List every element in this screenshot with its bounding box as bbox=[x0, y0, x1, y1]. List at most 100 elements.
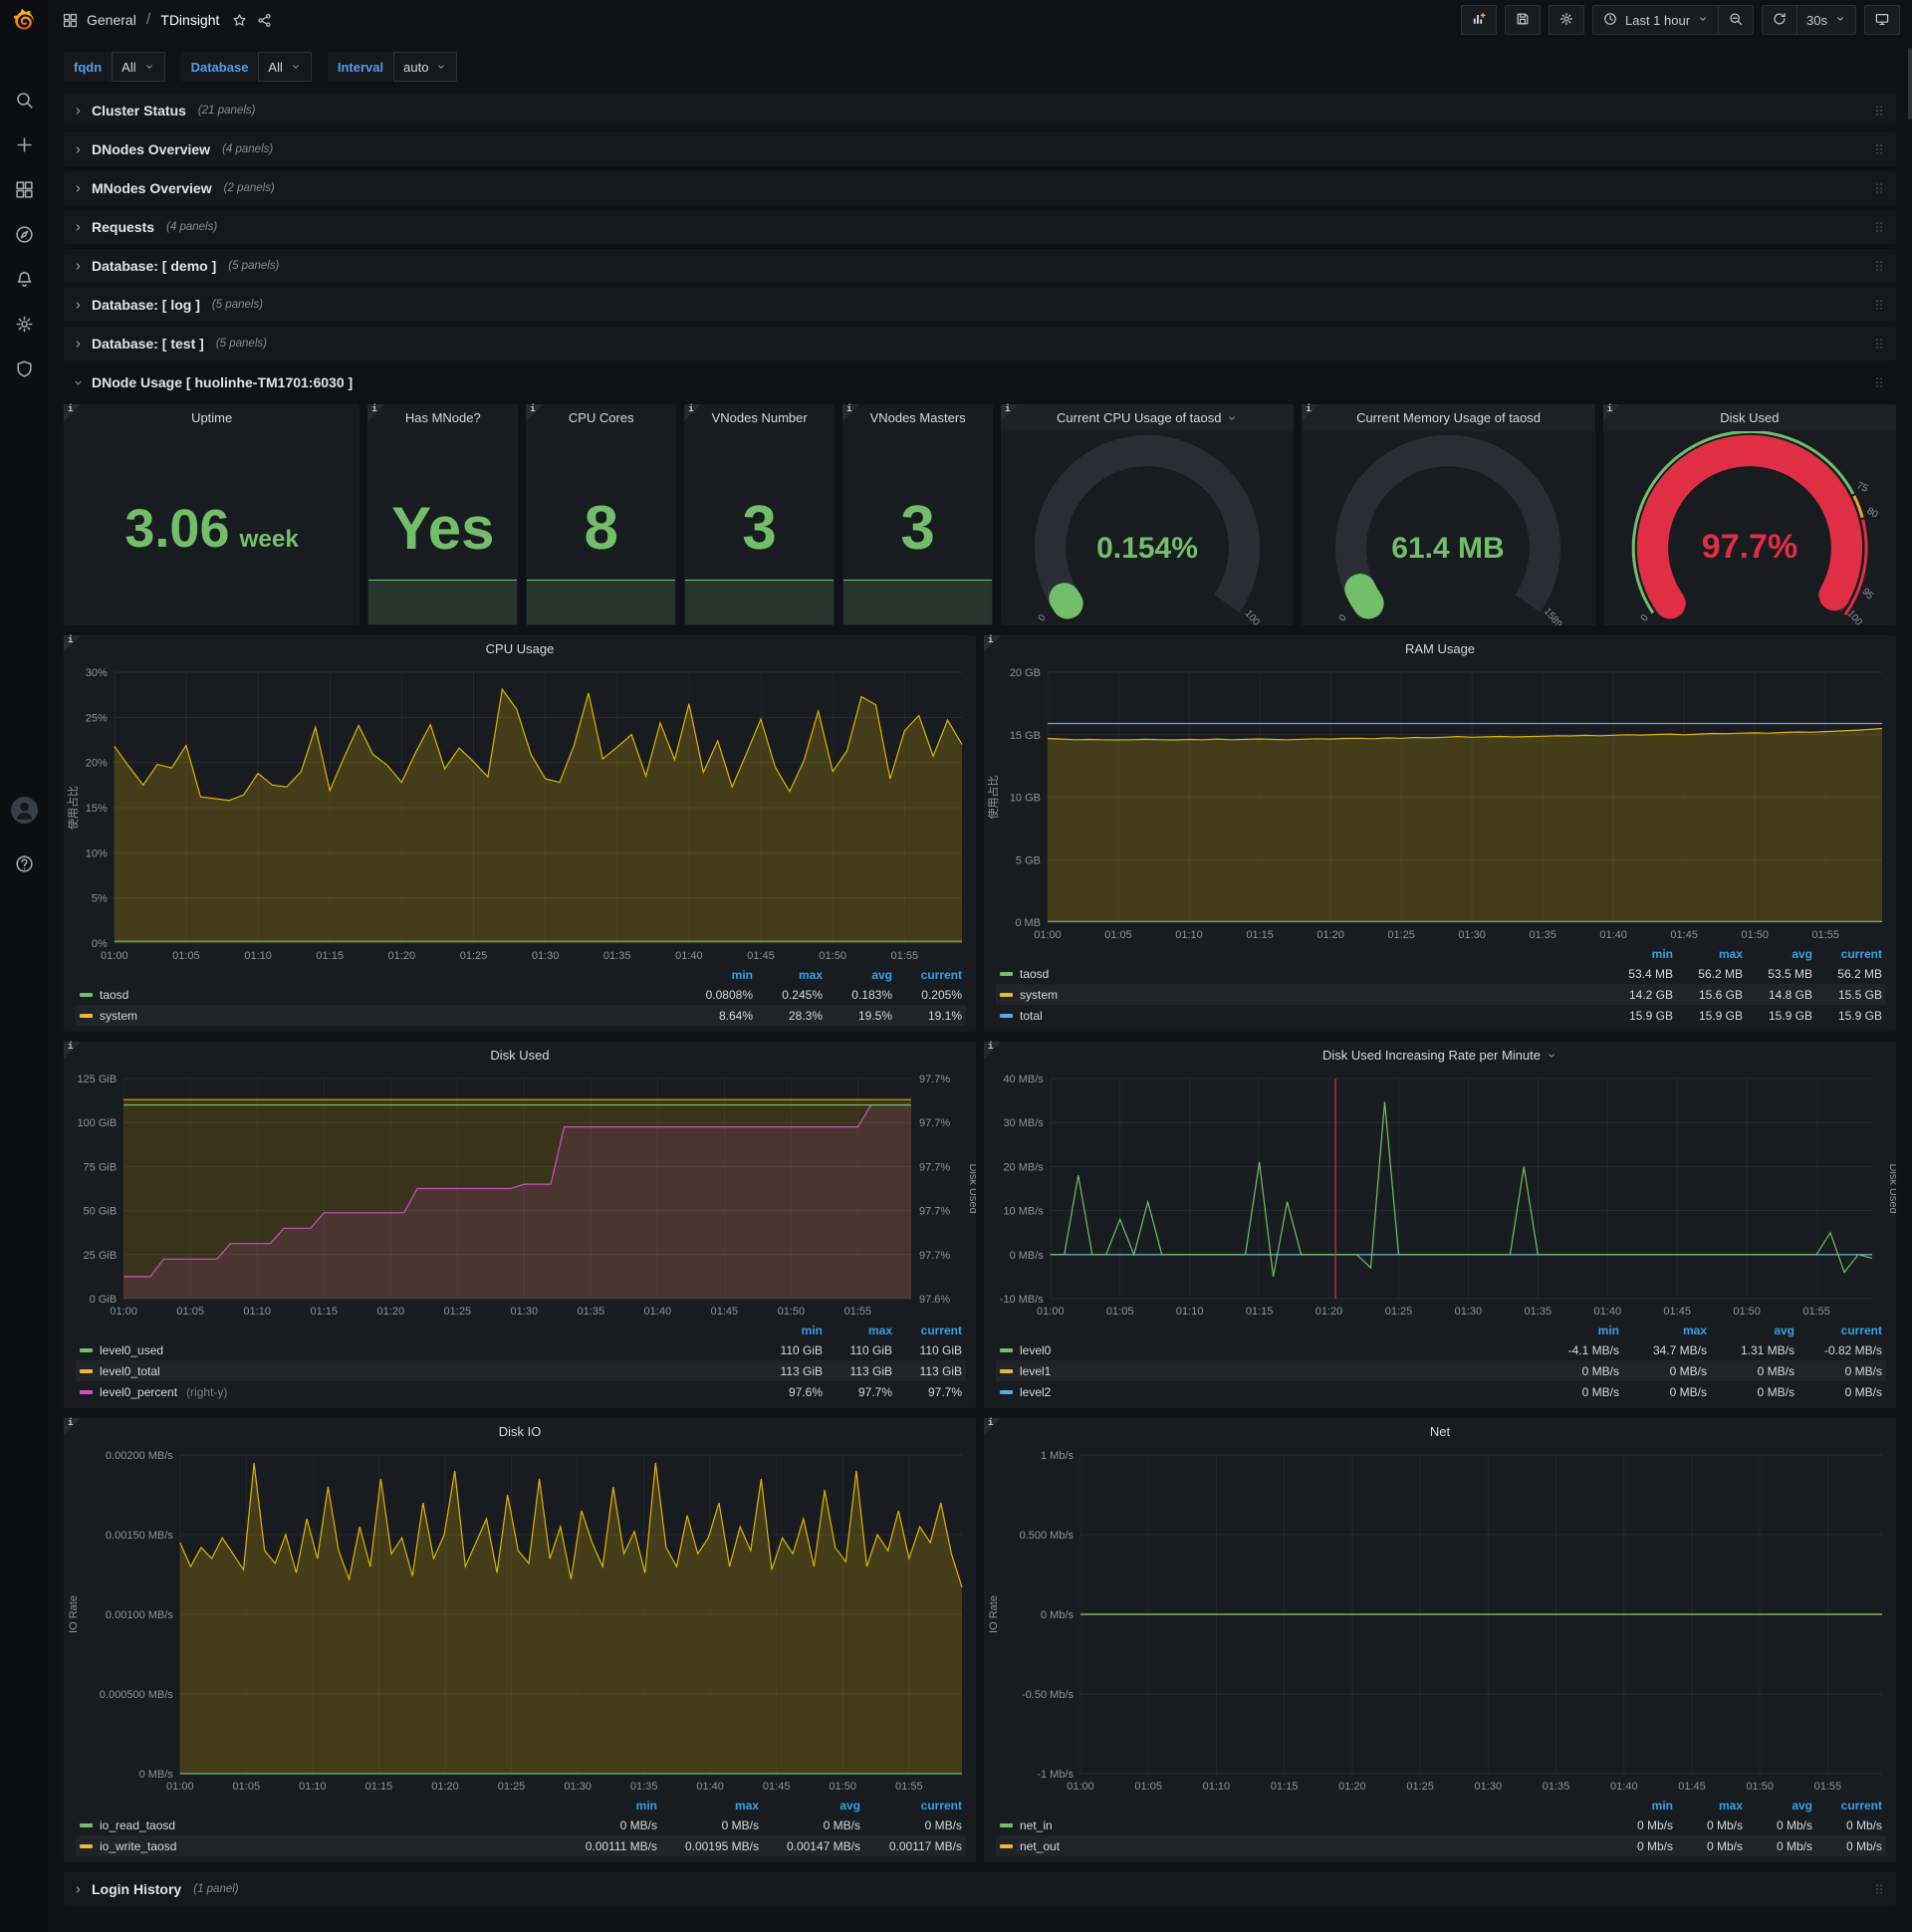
chart-plot[interactable]: 30% 25% 20% 15% 10% 5% 0% 01:00 01:05 01:10 01:15 0… bbox=[64, 662, 976, 965]
legend-header[interactable]: max bbox=[1673, 1799, 1743, 1812]
variable-label[interactable]: Database bbox=[180, 52, 259, 82]
add-panel-button[interactable] bbox=[1460, 5, 1497, 35]
panel-title[interactable]: Current Memory Usage of taosd bbox=[1302, 404, 1594, 431]
dashboard-settings-button[interactable] bbox=[1548, 5, 1584, 35]
chart-plot[interactable]: 125 GiB 100 GiB 75 GiB 50 GiB 25 GiB 0 GiB 97.… bbox=[64, 1069, 976, 1321]
chart-plot[interactable]: 0.00200 MB/s 0.00150 MB/s 0.00100 MB/s 0.00… bbox=[64, 1445, 976, 1796]
series-toggle[interactable]: system bbox=[80, 1009, 683, 1023]
row-login-history[interactable]: Login History (1 panel) bbox=[64, 1872, 1896, 1906]
legend-header[interactable]: current bbox=[860, 1799, 962, 1812]
panel-title[interactable]: Disk IO bbox=[64, 1418, 976, 1445]
help-icon[interactable] bbox=[14, 853, 35, 874]
row-mnodes-overview[interactable]: MNodes Overview (2 panels) bbox=[64, 171, 1896, 205]
legend-header[interactable]: avg bbox=[823, 968, 892, 982]
legend-header[interactable]: max bbox=[1673, 947, 1743, 961]
panel-title[interactable]: Net bbox=[984, 1418, 1896, 1445]
row-cluster-status[interactable]: Cluster Status (21 panels) bbox=[64, 94, 1896, 127]
series-toggle[interactable]: net_out bbox=[1000, 1839, 1603, 1853]
legend-header[interactable]: current bbox=[892, 1324, 962, 1337]
legend-header[interactable]: min bbox=[1603, 1799, 1673, 1812]
share-icon[interactable] bbox=[256, 12, 273, 29]
zoom-out-time-button[interactable] bbox=[1718, 5, 1755, 35]
panel-title[interactable]: Disk Used bbox=[64, 1042, 976, 1069]
drag-handle-icon[interactable] bbox=[1872, 180, 1886, 196]
variable-value-dropdown[interactable]: All bbox=[258, 52, 312, 82]
legend-header[interactable]: current bbox=[1794, 1324, 1882, 1337]
shield-icon[interactable] bbox=[14, 359, 35, 379]
legend-header[interactable]: max bbox=[657, 1799, 759, 1812]
panel-title[interactable]: Has MNode? bbox=[367, 404, 518, 431]
legend-header[interactable]: avg bbox=[1743, 947, 1812, 961]
row-requests[interactable]: Requests (4 panels) bbox=[64, 210, 1896, 244]
series-toggle[interactable]: level0_used bbox=[80, 1343, 753, 1357]
panel-title[interactable]: Disk Used bbox=[1603, 404, 1896, 431]
series-toggle[interactable]: level0_percent (right-y) bbox=[80, 1385, 753, 1399]
gear-icon[interactable] bbox=[14, 314, 35, 335]
refresh-button[interactable] bbox=[1762, 5, 1797, 35]
chart-plot[interactable]: 1 Mb/s 0.500 Mb/s 0 Mb/s -0.50 Mb/s -1 Mb/s 0… bbox=[984, 1445, 1896, 1796]
legend-header[interactable]: max bbox=[823, 1324, 892, 1337]
drag-handle-icon[interactable] bbox=[1872, 141, 1886, 157]
legend-header[interactable]: current bbox=[1812, 1799, 1882, 1812]
panel-title[interactable]: Disk Used Increasing Rate per Minute bbox=[984, 1042, 1896, 1069]
drag-handle-icon[interactable] bbox=[1872, 297, 1886, 313]
compass-icon[interactable] bbox=[14, 224, 35, 245]
panel-title[interactable]: RAM Usage bbox=[984, 635, 1896, 662]
legend-header[interactable]: min bbox=[556, 1799, 657, 1812]
series-toggle[interactable]: level1 bbox=[1000, 1364, 1532, 1378]
variable-label[interactable]: Interval bbox=[327, 52, 394, 82]
apps-icon[interactable] bbox=[14, 179, 35, 200]
legend-header[interactable]: current bbox=[892, 968, 962, 982]
drag-handle-icon[interactable] bbox=[1872, 103, 1886, 119]
drag-handle-icon[interactable] bbox=[1872, 336, 1886, 352]
series-toggle[interactable]: io_write_taosd bbox=[80, 1839, 556, 1853]
series-toggle[interactable]: level0_total bbox=[80, 1364, 753, 1378]
series-toggle[interactable]: taosd bbox=[80, 988, 683, 1002]
user-avatar[interactable] bbox=[10, 797, 38, 824]
series-toggle[interactable]: level2 bbox=[1000, 1385, 1532, 1399]
row-database-log-[interactable]: Database: [ log ] (5 panels) bbox=[64, 288, 1896, 322]
legend-header[interactable]: max bbox=[1619, 1324, 1707, 1337]
legend-header[interactable]: min bbox=[1532, 1324, 1619, 1337]
legend-header[interactable]: min bbox=[1603, 947, 1673, 961]
refresh-interval-picker[interactable]: 30s bbox=[1796, 5, 1856, 35]
row-database-test-[interactable]: Database: [ test ] (5 panels) bbox=[64, 327, 1896, 361]
row-dnode-usage[interactable]: DNode Usage [ huolinhe-TM1701:6030 ] bbox=[64, 365, 1896, 399]
series-toggle[interactable]: system bbox=[1000, 988, 1603, 1002]
panel-title[interactable]: CPU Cores bbox=[526, 404, 676, 431]
grafana-logo[interactable] bbox=[0, 0, 48, 42]
chart-plot[interactable]: 40 MB/s 30 MB/s 20 MB/s 10 MB/s 0 MB/s -10 MB… bbox=[984, 1069, 1896, 1321]
panel-title[interactable]: VNodes Masters bbox=[842, 404, 993, 431]
drag-handle-icon[interactable] bbox=[1872, 219, 1886, 235]
series-toggle[interactable]: level0 bbox=[1000, 1343, 1532, 1357]
star-icon[interactable] bbox=[231, 12, 248, 29]
legend-header[interactable]: avg bbox=[1743, 1799, 1812, 1812]
row-database-demo-[interactable]: Database: [ demo ] (5 panels) bbox=[64, 249, 1896, 283]
series-toggle[interactable]: taosd bbox=[1000, 967, 1603, 981]
legend-header[interactable]: avg bbox=[759, 1799, 860, 1812]
panel-title[interactable]: VNodes Number bbox=[684, 404, 835, 431]
plus-icon[interactable] bbox=[14, 134, 35, 155]
breadcrumb-folder[interactable]: General bbox=[87, 12, 136, 28]
breadcrumb-dashboard-title[interactable]: TDinsight bbox=[160, 12, 219, 28]
legend-header[interactable]: min bbox=[683, 968, 753, 982]
search-icon[interactable] bbox=[14, 90, 35, 111]
save-dashboard-button[interactable] bbox=[1504, 5, 1541, 35]
legend-header[interactable]: avg bbox=[1707, 1324, 1794, 1337]
panel-title[interactable]: CPU Usage bbox=[64, 635, 976, 662]
scrollbar[interactable] bbox=[1908, 48, 1912, 120]
row-dnodes-overview[interactable]: DNodes Overview (4 panels) bbox=[64, 132, 1896, 166]
variable-label[interactable]: fqdn bbox=[64, 52, 113, 82]
panel-title[interactable]: Uptime bbox=[64, 404, 359, 431]
panel-title[interactable]: Current CPU Usage of taosd bbox=[1001, 404, 1294, 431]
legend-header[interactable]: max bbox=[753, 968, 823, 982]
drag-handle-icon[interactable] bbox=[1872, 374, 1886, 390]
legend-header[interactable]: current bbox=[1812, 947, 1882, 961]
drag-handle-icon[interactable] bbox=[1872, 1881, 1886, 1897]
variable-value-dropdown[interactable]: auto bbox=[393, 52, 458, 82]
drag-handle-icon[interactable] bbox=[1872, 258, 1886, 274]
series-toggle[interactable]: net_in bbox=[1000, 1818, 1603, 1832]
legend-header[interactable]: min bbox=[753, 1324, 823, 1337]
bell-icon[interactable] bbox=[14, 269, 35, 290]
series-toggle[interactable]: total bbox=[1000, 1009, 1603, 1023]
